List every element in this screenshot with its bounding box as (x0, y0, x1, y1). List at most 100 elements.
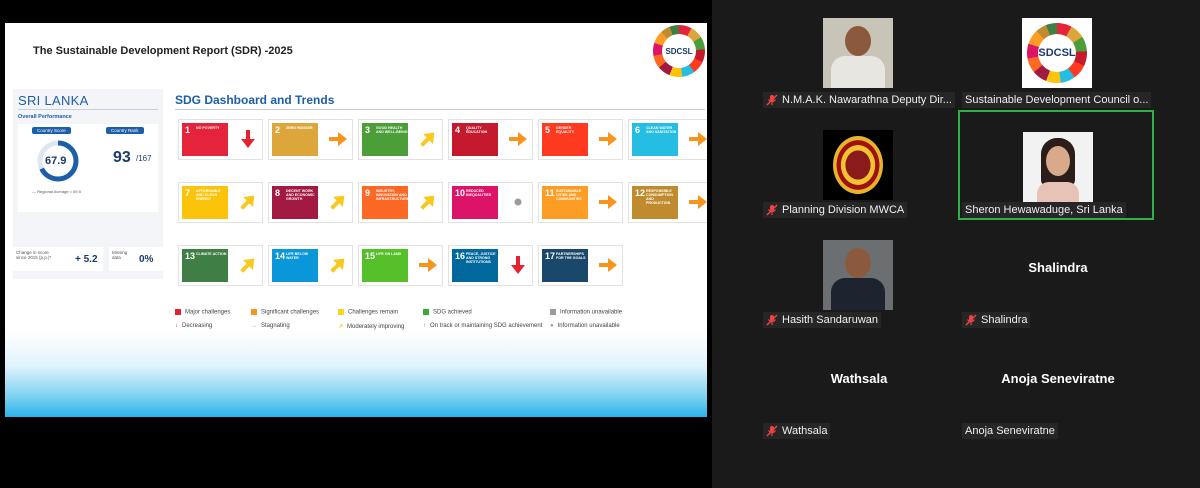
legend-trend-item: ↑ On track or maintaining SDG achievement (423, 323, 542, 329)
participant-tile[interactable]: N.M.A.K. Nawarathna Deputy Dir... (759, 18, 955, 130)
country-score-value: 67.9 (45, 155, 67, 167)
country-rank-value: 93 (113, 149, 131, 166)
sdg-tile: 3 GOOD HEALTH AND WELL-BEING (362, 123, 408, 156)
sdg-title: QUALITY EDUCATION (466, 126, 488, 134)
sdg-goal-15: 15 LIFE ON LAND (358, 245, 443, 286)
participant-name-tag: Wathsala (763, 423, 831, 439)
legend-status-item: Significant challenges (251, 309, 319, 316)
trend-arrow-icon (417, 191, 439, 213)
shared-screen: The Sustainable Development Report (SDR)… (0, 0, 712, 488)
sdg-title: GENDER EQUALITY (556, 126, 575, 134)
sdg-tile: 16 PEACE, JUSTICE AND STRONG INSTITUTIONS (452, 249, 498, 282)
sdg-tile: 6 CLEAN WATER AND SANITATION (632, 123, 678, 156)
sdg-number: 1 (185, 125, 191, 135)
sdg-tile: 5 GENDER EQUALITY (542, 123, 588, 156)
legend-trend-icon: ↑ (423, 323, 426, 329)
sdg-goal-17: 17 PARTNERSHIPS FOR THE GOALS (538, 245, 623, 286)
trend-arrow-icon (417, 254, 439, 276)
legend-swatch (550, 309, 556, 315)
legend-swatch (338, 309, 344, 315)
participant-name: Planning Division MWCA (782, 204, 905, 216)
sdg-title: SUSTAINABLE CITIES AND COMMUNITIES (556, 189, 582, 201)
participant-tile[interactable]: Sheron Hewawaduge, Sri Lanka (958, 110, 1154, 220)
participant-display-name: Anoja Seneviratne (1001, 371, 1115, 386)
country-score-label: Country Score (32, 127, 71, 134)
sdg-goal-12: 12 RESPONSIBLE CONSUMPTION AND PRODUCTION (628, 182, 707, 223)
sdg-title: AFFORDABLE AND CLEAN ENERGY (196, 189, 221, 201)
mic-muted-icon (766, 204, 782, 216)
sdg-goal-6: 6 CLEAN WATER AND SANITATION (628, 119, 707, 160)
sdg-tile: 4 QUALITY EDUCATION (452, 123, 498, 156)
sdg-number: 9 (365, 188, 371, 198)
participant-tile[interactable]: Shalindra Shalindra (958, 240, 1154, 350)
participant-video (823, 130, 893, 200)
participant-name-tag: Anoja Seneviratne (962, 423, 1058, 439)
trend-arrow-icon (597, 254, 619, 276)
trend-arrow-icon (597, 191, 619, 213)
mic-muted-icon (965, 314, 981, 326)
sdg-goal-5: 5 GENDER EQUALITY (538, 119, 623, 160)
participant-video: SDCSL (1022, 18, 1092, 88)
country-panel: SRI LANKA Overall Performance Country Sc… (13, 89, 164, 279)
sdg-goal-2: 2 ZERO HUNGER (268, 119, 353, 160)
score-card: Country Score Country Rank 67.9 — Region… (18, 124, 158, 212)
legend-trend-item: → Stagnating (251, 323, 290, 329)
legend-label: Stagnating (261, 323, 290, 329)
trend-arrow-icon (687, 191, 707, 213)
sdg-number: 12 (635, 188, 646, 198)
trend-arrow-icon (417, 128, 439, 150)
legend-status-item: Information unavailable (550, 309, 622, 316)
sdg-goal-13: 13 CLIMATE ACTION (178, 245, 263, 286)
missing-value: 0% (139, 254, 154, 265)
legend-label: Moderately improving (347, 324, 405, 330)
legend-status-item: SDG achieved (423, 309, 472, 316)
change-card: Change in score since 2015 (p.p.)* + 5.2 (13, 247, 103, 271)
sdg-goal-10: 10 REDUCED INEQUALITIES (448, 182, 533, 223)
participant-display-name: Shalindra (1028, 260, 1088, 275)
change-value: + 5.2 (75, 254, 98, 265)
sdg-title: PEACE, JUSTICE AND STRONG INSTITUTIONS (466, 252, 496, 264)
participant-video (823, 18, 893, 88)
sdg-goal-4: 4 QUALITY EDUCATION (448, 119, 533, 160)
sdg-number: 13 (185, 251, 196, 261)
change-label: Change in score since 2015 (p.p.)* (16, 250, 52, 260)
sdg-title: INDUSTRY, INNOVATION AND INFRASTRUCTURE (376, 189, 410, 201)
legend-status-item: Challenges remain (338, 309, 398, 316)
sdg-tile: 10 REDUCED INEQUALITIES (452, 186, 498, 219)
trend-arrow-icon (237, 254, 259, 276)
participant-tile[interactable]: Planning Division MWCA (759, 130, 955, 240)
missing-label: Missing data (112, 250, 128, 260)
participant-name-tag: N.M.A.K. Nawarathna Deputy Dir... (763, 92, 955, 108)
legend-trend-item: ↗ Moderately improving (338, 323, 404, 330)
legend-trend-icon: ↓ (175, 323, 178, 329)
legend-swatch (175, 309, 181, 315)
sdg-number: 2 (275, 125, 281, 135)
legend-label: Major challenges (185, 309, 231, 316)
sdg-number: 5 (545, 125, 551, 135)
participant-tile[interactable]: Anoja Seneviratne Anoja Seneviratne (958, 355, 1154, 465)
participant-tile[interactable]: Hasith Sandaruwan (759, 240, 955, 350)
trend-arrow-icon (597, 128, 619, 150)
sdg-number: 10 (455, 188, 466, 198)
sdg-number: 6 (635, 125, 641, 135)
legend-swatch (251, 309, 257, 315)
mic-muted-icon (766, 425, 782, 437)
sdg-title: LIFE BELOW WATER (286, 252, 309, 260)
sdg-tile: 14 LIFE BELOW WATER (272, 249, 318, 282)
sdg-goal-7: 7 AFFORDABLE AND CLEAN ENERGY (178, 182, 263, 223)
legend-label: Decreasing (182, 323, 213, 329)
slide-title: The Sustainable Development Report (SDR)… (33, 45, 293, 57)
participant-name-tag: Sustainable Development Council o... (962, 92, 1152, 108)
sdg-number: 7 (185, 188, 191, 198)
legend-swatch (423, 309, 429, 315)
sdg-title: ZERO HUNGER (286, 126, 313, 130)
legend-label: Significant challenges (261, 309, 320, 316)
trend-arrow-icon (507, 191, 529, 213)
sdg-title: GOOD HEALTH AND WELL-BEING (376, 126, 408, 134)
sdg-tile: 7 AFFORDABLE AND CLEAN ENERGY (182, 186, 228, 219)
legend-trend-icon: ↗ (338, 324, 344, 330)
country-name: SRI LANKA (18, 93, 89, 108)
sdg-title: REDUCED INEQUALITIES (466, 189, 492, 197)
participant-tile[interactable]: Wathsala Wathsala (759, 355, 955, 465)
sdg-goal-16: 16 PEACE, JUSTICE AND STRONG INSTITUTIONS (448, 245, 533, 286)
